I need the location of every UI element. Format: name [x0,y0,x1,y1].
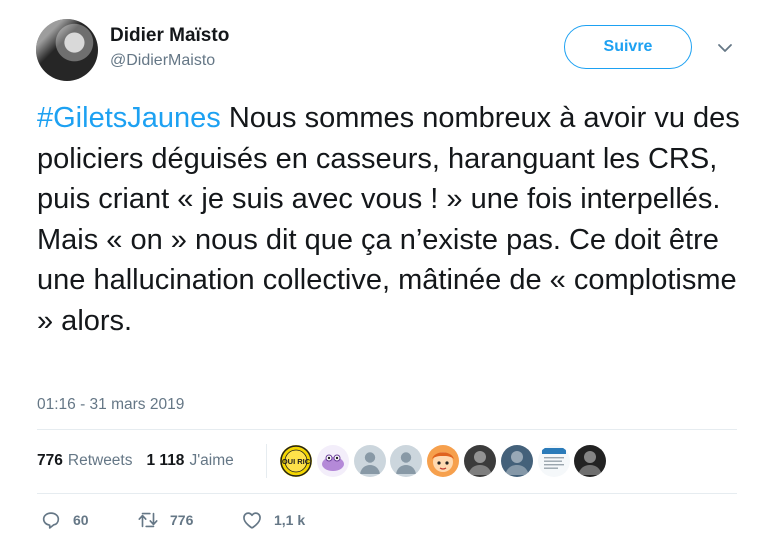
retweet-stat-label: Retweets [67,452,133,469]
like-button[interactable]: 1,1 k [241,509,305,531]
tweet-body: Nous sommes nombreux à avoir vu des poli… [37,102,740,337]
default-person-avatar[interactable] [390,445,423,477]
reply-icon [42,512,60,529]
retweet-button[interactable]: 776 [137,509,241,531]
liker-avatars: OUI RIC [280,445,611,477]
tweet-stats: 776 Retweets 1 118 J'aime [37,443,248,479]
reply-count: 60 [73,512,89,528]
like-stat-label: J'aime [189,452,234,469]
stats-bottom-divider [37,493,737,494]
photo-avatar[interactable] [463,445,496,477]
tweet-actions: 60 776 1,1 k [40,508,305,532]
like-stat-count: 1 118 [146,452,185,469]
like-stat[interactable]: 1 118 J'aime [147,452,234,470]
photo-avatar[interactable] [500,445,533,477]
author-handle[interactable]: @DidierMaisto [110,52,215,70]
document-avatar[interactable] [537,445,570,477]
badge-avatar[interactable]: OUI RIC [280,445,312,477]
retweet-count: 776 [170,512,194,528]
follow-button[interactable]: Suivre [564,25,692,69]
chevron-down-icon[interactable] [716,41,734,55]
heart-icon [243,512,261,529]
like-count: 1,1 k [274,512,306,528]
tweet-header: Didier Maïsto @DidierMaisto Suivre [36,19,736,81]
photo-avatar[interactable] [574,445,607,477]
default-person-avatar[interactable] [353,445,386,477]
hashtag-link[interactable]: #GiletsJaunes [37,102,221,134]
author-avatar[interactable] [36,19,98,81]
author-name[interactable]: Didier Maïsto [110,25,229,47]
retweet-stat[interactable]: 776 Retweets [37,452,133,470]
stats-top-divider [37,429,737,430]
tweet-text: #GiletsJaunes Nous sommes nombreux à avo… [37,98,747,341]
retweet-icon [138,512,158,528]
stats-separator [266,444,267,478]
cartoon-avatar[interactable] [316,445,349,477]
retweet-stat-count: 776 [37,452,63,469]
reply-button[interactable]: 60 [40,509,137,531]
badge-avatar-text: OUI RIC [282,457,311,466]
tweet-timestamp[interactable]: 01:16 - 31 mars 2019 [37,396,184,414]
cartoon-avatar[interactable] [427,445,460,477]
